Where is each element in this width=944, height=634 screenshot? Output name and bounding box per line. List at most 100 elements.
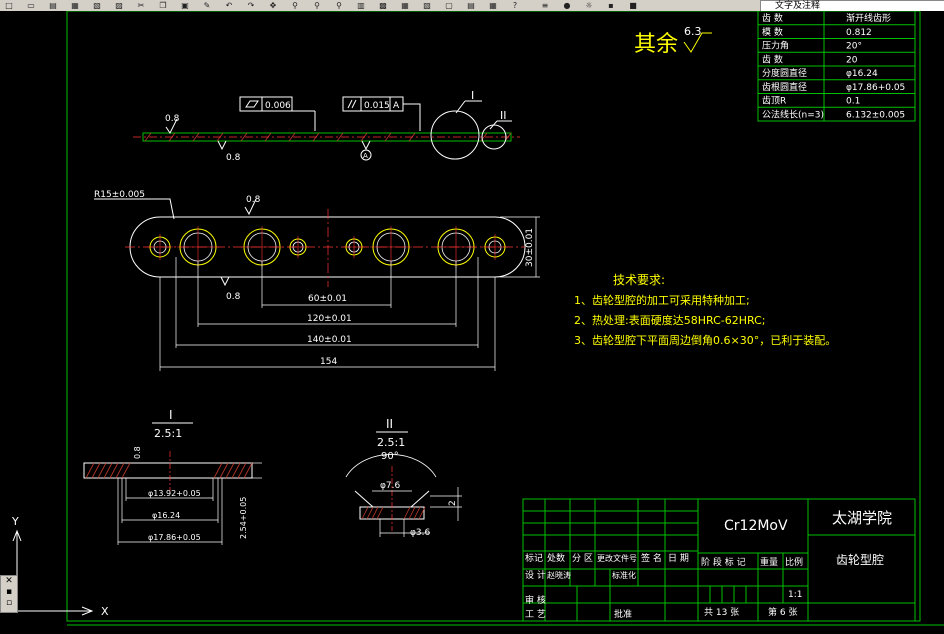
undo-icon[interactable]: ↶ <box>224 1 234 10</box>
tb-process: 工 艺 <box>525 609 546 620</box>
top-roughness-bottom: 0.8 <box>226 153 241 163</box>
new-icon[interactable]: □ <box>4 1 14 10</box>
sun-icon[interactable]: ☼ <box>584 1 594 10</box>
palette-grip-icon[interactable]: ▪ <box>1 587 17 598</box>
paste-icon[interactable]: ▣ <box>180 1 190 10</box>
tb-material: Cr12MoV <box>724 518 788 534</box>
color-icon[interactable]: ■ <box>628 1 638 10</box>
ucs-y-label: Y <box>11 515 19 528</box>
calc-icon[interactable]: ▤ <box>466 1 476 10</box>
layer-combo[interactable]: 文字及注释 <box>760 0 944 11</box>
drawing-canvas[interactable]: 其余 6.3 齿 数 渐开线齿形模 数 0.812 压力角 20° 齿 数 20 分度圆直径 φ… <box>0 11 944 628</box>
detail-i-view: I 2.5:1 φ13.92+0.05 φ16.24 φ17.86+0.05 2… <box>83 408 262 545</box>
dim-height: 30±0.01 <box>525 228 535 267</box>
detail-i-dim-c: φ17.86+0.05 <box>148 533 201 542</box>
print-icon[interactable]: ▦ <box>70 1 80 10</box>
zoom-window-icon[interactable]: ⚲ <box>312 1 322 10</box>
detail-ii-label: II <box>386 417 393 431</box>
gear-param-value: 20 <box>846 55 858 65</box>
detail-ii-dim-bottom: φ3.6 <box>410 528 431 538</box>
detail-ii-dim-top: φ7.6 <box>380 481 401 491</box>
floating-palette[interactable]: ✕ ▪ ▫ <box>0 575 18 613</box>
tb-weight: 重量 <box>760 556 778 568</box>
match-icon[interactable]: ✎ <box>202 1 212 10</box>
parallelism-value: 0.015 <box>364 101 390 111</box>
detail-i-label: I <box>169 408 173 422</box>
tb-designer: 赵晓涛 <box>547 570 571 580</box>
preview-icon[interactable]: ▧ <box>92 1 102 10</box>
redo-icon[interactable]: ↷ <box>246 1 256 10</box>
help-icon[interactable]: ? <box>510 1 520 10</box>
sheet-border <box>66 11 921 622</box>
cut-icon[interactable]: ✂ <box>136 1 146 10</box>
zoom-realtime-icon[interactable]: ⚲ <box>290 1 300 10</box>
detail-ii-dim-h: 2 <box>448 500 458 506</box>
ucs-x-label: X <box>101 605 109 618</box>
gear-parameter-table: 齿 数 渐开线齿形模 数 0.812 压力角 20° 齿 数 20 分度圆直径 φ16.24 齿根… <box>757 11 916 122</box>
tb-label-5: 日 期 <box>668 553 689 564</box>
dim-60: 60±0.01 <box>308 294 347 304</box>
main-roughness: 0.8 <box>246 195 261 205</box>
tb-label-0: 标记 <box>525 552 543 564</box>
tech-title: 技术要求: <box>613 273 665 287</box>
surface-finish-value: 6.3 <box>684 25 702 38</box>
surface-finish-label: 其余 <box>634 32 678 57</box>
tb-sheet-no: 第 6 张 <box>768 606 797 618</box>
tb-label-2: 分 区 <box>572 553 593 564</box>
tool-palette-icon[interactable]: ▦ <box>400 1 410 10</box>
properties-icon[interactable]: ▥ <box>356 1 366 10</box>
tb-part-name: 齿轮型腔 <box>836 552 884 567</box>
technical-requirements: 技术要求: 1、齿轮型腔的加工可采用特种加工; 2、热处理:表面硬度达58HRC… <box>574 273 836 347</box>
gear-param-value: φ16.24 <box>846 69 878 79</box>
detail-i-dim-r: 0.8 <box>133 446 142 459</box>
gear-param-value: 0.1 <box>846 97 860 107</box>
gear-param-name: 公法线长(n=3) <box>762 108 824 120</box>
dim-154: 154 <box>320 357 337 367</box>
palette-options-icon[interactable]: ▫ <box>1 598 17 609</box>
gear-param-name: 齿根圆直径 <box>762 81 807 93</box>
save-icon[interactable]: ▤ <box>48 1 58 10</box>
detail-1-marker: I <box>471 89 474 102</box>
pan-icon[interactable]: ✥ <box>268 1 278 10</box>
top-view: 0.006 0.015 A 0.8 0.8 A I II <box>133 89 520 163</box>
tech-item-1: 1、齿轮型腔的加工可采用特种加工; <box>574 293 750 307</box>
status-line <box>0 628 944 634</box>
ucs-icon <box>12 529 94 616</box>
main-toolbar: □ ▭ ▤ ▦ ▧ ▨ ✂ ❐ ▣ ✎ ↶ ↷ ✥ ⚲ ⚲ ⚲ ▥ ▩ ▦ ▧ ▢ ▤ ▦? ≡ ● ☼ ▪ ■ 文字及注释 <box>0 0 944 11</box>
bulb-icon[interactable]: ● <box>562 1 572 10</box>
palette-close-icon[interactable]: ✕ <box>1 576 17 587</box>
detail-ii-angle: 90° <box>381 451 399 462</box>
zoom-previous-icon[interactable]: ⚲ <box>334 1 344 10</box>
detail-i-scale: 2.5:1 <box>154 427 182 440</box>
tb-school: 太湖学院 <box>832 509 892 527</box>
tb-label-1: 处数 <box>547 552 565 564</box>
detail-2-marker: II <box>500 109 507 122</box>
sheet-set-icon[interactable]: ▧ <box>422 1 432 10</box>
gear-param-value: φ17.86+0.05 <box>846 83 905 93</box>
markup-icon[interactable]: ▢ <box>444 1 454 10</box>
copy-icon[interactable]: ❐ <box>158 1 168 10</box>
gear-param-name: 模 数 <box>762 26 783 38</box>
layer-icon[interactable]: ≡ <box>540 1 550 10</box>
detail-i-dim-b: φ16.24 <box>152 511 180 520</box>
gear-param-name: 分度圆直径 <box>762 67 807 79</box>
lock-icon[interactable]: ▪ <box>606 1 616 10</box>
tb-approve: 批准 <box>614 608 632 620</box>
open-icon[interactable]: ▭ <box>26 1 36 10</box>
tb-scale-label: 比例 <box>785 556 803 568</box>
tb-design: 设 计 <box>525 569 546 581</box>
plot-icon[interactable]: ▨ <box>114 1 124 10</box>
tech-item-3: 3、齿轮型腔下平面周边倒角0.6×30°，已利于装配。 <box>574 333 836 347</box>
table-icon[interactable]: ▦ <box>488 1 498 10</box>
datum-symbol: A <box>363 152 368 160</box>
gear-param-value: 渐开线齿形 <box>846 12 891 24</box>
design-center-icon[interactable]: ▩ <box>378 1 388 10</box>
gear-param-name: 齿顶R <box>762 96 786 107</box>
detail-ii-view: II 2.5:1 90° φ7.6 φ3.6 2 <box>345 417 462 538</box>
main-view: R15±0.005 0.8 0.8 60±0.01 120±0.01 140±0… <box>94 190 540 371</box>
tb-standardization: 标准化 <box>612 570 636 580</box>
gear-param-name: 压力角 <box>762 40 789 52</box>
gear-param-name: 齿 数 <box>762 53 783 65</box>
tech-item-2: 2、热处理:表面硬度达58HRC-62HRC; <box>574 313 765 327</box>
detail-i-dim-h: 2.54+0.05 <box>239 497 248 539</box>
